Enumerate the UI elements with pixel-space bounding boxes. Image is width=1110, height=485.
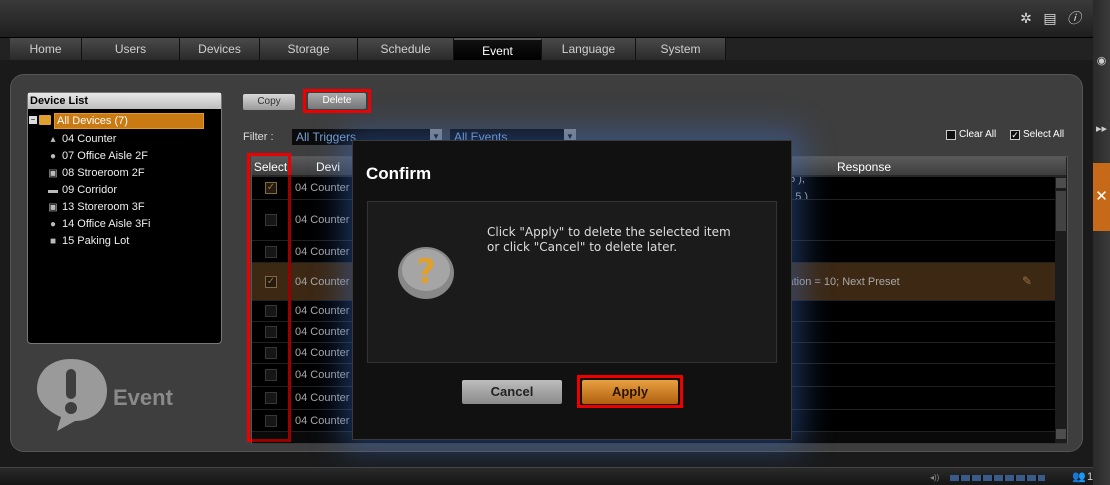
dome-camera-icon: ● [49, 219, 57, 230]
device-item[interactable]: ▣ 13 Storeroom 3F [46, 199, 144, 215]
tab-language[interactable]: Language [542, 38, 636, 60]
device-item[interactable]: ▬ 09 Corridor [46, 182, 117, 198]
info-icon[interactable]: ⓘ [1066, 10, 1082, 26]
select-all-checkbox[interactable]: ✓ [1010, 130, 1020, 140]
select-all-label[interactable]: Select All [1023, 129, 1064, 140]
document-icon[interactable]: ▤ [1042, 10, 1058, 26]
tab-storage[interactable]: Storage [260, 38, 358, 60]
volume-slider[interactable] [950, 475, 1045, 481]
gear-icon[interactable]: ✲ [1018, 10, 1034, 26]
box-camera-icon: ■ [49, 236, 57, 247]
user-count: 1 [1087, 471, 1094, 483]
device-list-title: Device List [28, 93, 221, 109]
right-rail [1093, 0, 1110, 485]
filter-label: Filter : [243, 131, 274, 143]
users-icon: 👥 [1072, 471, 1086, 483]
copy-button[interactable]: Copy [243, 94, 295, 110]
volume-icon[interactable]: ◂)) [930, 473, 939, 482]
ptz-camera-icon: ▣ [48, 168, 58, 179]
device-item[interactable]: ▴ 04 Counter [46, 131, 116, 147]
collapse-icon[interactable]: − [29, 116, 37, 124]
tab-devices[interactable]: Devices [180, 38, 260, 60]
tab-users[interactable]: Users [82, 38, 180, 60]
delete-button[interactable]: Delete [308, 93, 366, 109]
bullet-camera-icon: ▬ [48, 185, 58, 196]
camera-icon: ▴ [50, 134, 56, 145]
device-item[interactable]: ● 14 Office Aisle 3Fi [46, 216, 150, 232]
svg-text:?: ? [416, 252, 436, 292]
device-tree-root[interactable]: All Devices (7) [54, 113, 204, 129]
ptz-camera-icon: ▣ [48, 202, 58, 213]
tab-schedule[interactable]: Schedule [358, 38, 454, 60]
clear-all-checkbox[interactable] [946, 130, 956, 140]
dialog-message-line1: Click "Apply" to delete the selected ite… [487, 225, 731, 239]
tab-home[interactable]: Home [10, 38, 82, 60]
device-item[interactable]: ▣ 08 Stroeroom 2F [46, 165, 144, 181]
top-bar [0, 0, 1093, 38]
tab-system[interactable]: System [636, 38, 726, 60]
question-icon: ? [395, 240, 457, 302]
event-logo: Event [35, 355, 185, 435]
dialog-title: Confirm [366, 164, 432, 183]
device-item[interactable]: ● 07 Office Aisle 2F [46, 148, 148, 164]
tools-icon[interactable]: ✕ [1093, 163, 1110, 231]
clear-all-label[interactable]: Clear All [959, 129, 996, 140]
eye-icon[interactable]: ◉ [1093, 54, 1110, 67]
device-item[interactable]: ■ 15 Paking Lot [46, 233, 129, 249]
cancel-button[interactable]: Cancel [462, 380, 562, 404]
dialog-message-line2: or click "Cancel" to delete later. [487, 240, 678, 254]
logo-text: Event [113, 385, 173, 410]
folder-icon [39, 115, 51, 125]
expand-icon[interactable]: ▸▸ [1093, 122, 1110, 135]
dome-camera-icon: ● [49, 151, 57, 162]
apply-button[interactable]: Apply [582, 380, 678, 404]
tab-event[interactable]: Event [454, 38, 542, 60]
